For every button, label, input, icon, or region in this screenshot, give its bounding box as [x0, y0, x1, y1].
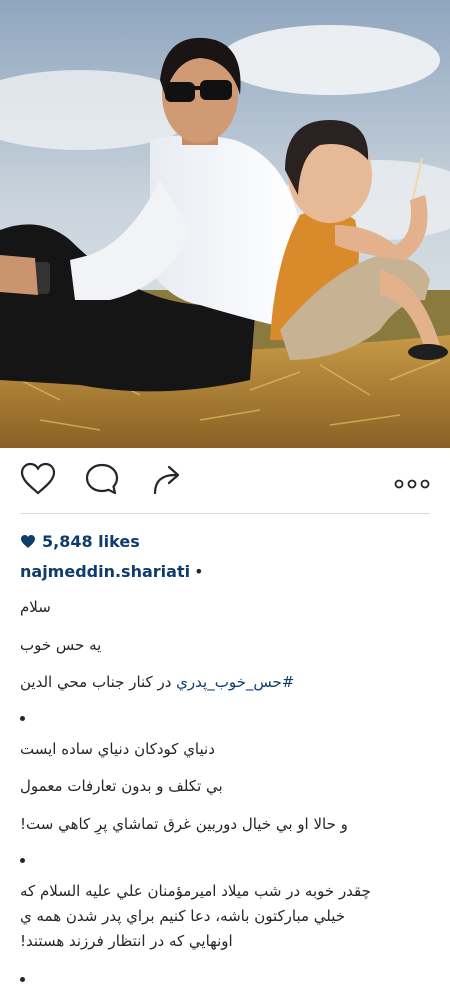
- caption-bullet-3: [20, 977, 25, 982]
- post-action-bar: [0, 448, 450, 514]
- action-divider: [20, 513, 430, 514]
- more-options-button[interactable]: [394, 474, 430, 493]
- caption-line-2: يه حس خوب: [20, 636, 102, 654]
- share-button[interactable]: [150, 462, 186, 500]
- comment-button[interactable]: [84, 462, 120, 500]
- caption-line-3: #حس_خوب_پدري در كنار جناب محي الدين: [20, 673, 294, 691]
- post-photo-image: [0, 0, 450, 448]
- caption-line-1: سلام: [20, 598, 51, 616]
- caption-line-5: بي تكلف و بدون تعارفات معمول: [20, 777, 223, 795]
- username-dot: •: [194, 562, 204, 581]
- username-link[interactable]: najmeddin.shariati: [20, 562, 190, 581]
- heart-filled-icon: [20, 534, 36, 549]
- caption-line-9: اونهايي كه در انتظار فرزند هستند!: [20, 932, 233, 950]
- username-row: najmeddin.shariati •: [20, 562, 204, 581]
- like-button[interactable]: [20, 462, 56, 500]
- likes-count[interactable]: 5,848 likes: [20, 530, 140, 552]
- caption-bullet-2: [20, 858, 25, 863]
- caption-line-4: دنياي كودكان دنياي ساده ايست: [20, 740, 215, 758]
- comment-bubble-icon: [85, 463, 119, 495]
- hashtag-link[interactable]: #حس_خوب_پدري: [176, 673, 294, 691]
- caption-bullet-1: [20, 716, 25, 721]
- heart-outline-icon: [20, 462, 56, 495]
- likes-label: 5,848 likes: [42, 531, 140, 551]
- share-arrow-icon: [153, 465, 180, 495]
- more-dots-icon: [394, 479, 430, 489]
- post-photo[interactable]: [0, 0, 450, 448]
- caption-line-8: خيلي مباركتون باشه، دعا كنيم براي پدر شد…: [20, 907, 346, 925]
- caption-line-7: چقدر خوبه در شب ميلاد اميرمؤمنان علي علي…: [20, 882, 371, 900]
- caption-line-3-text: در كنار جناب محي الدين: [20, 673, 177, 691]
- caption-line-6: و حالا او بي خيال دوربين غرق تماشاي پرِ …: [20, 815, 348, 833]
